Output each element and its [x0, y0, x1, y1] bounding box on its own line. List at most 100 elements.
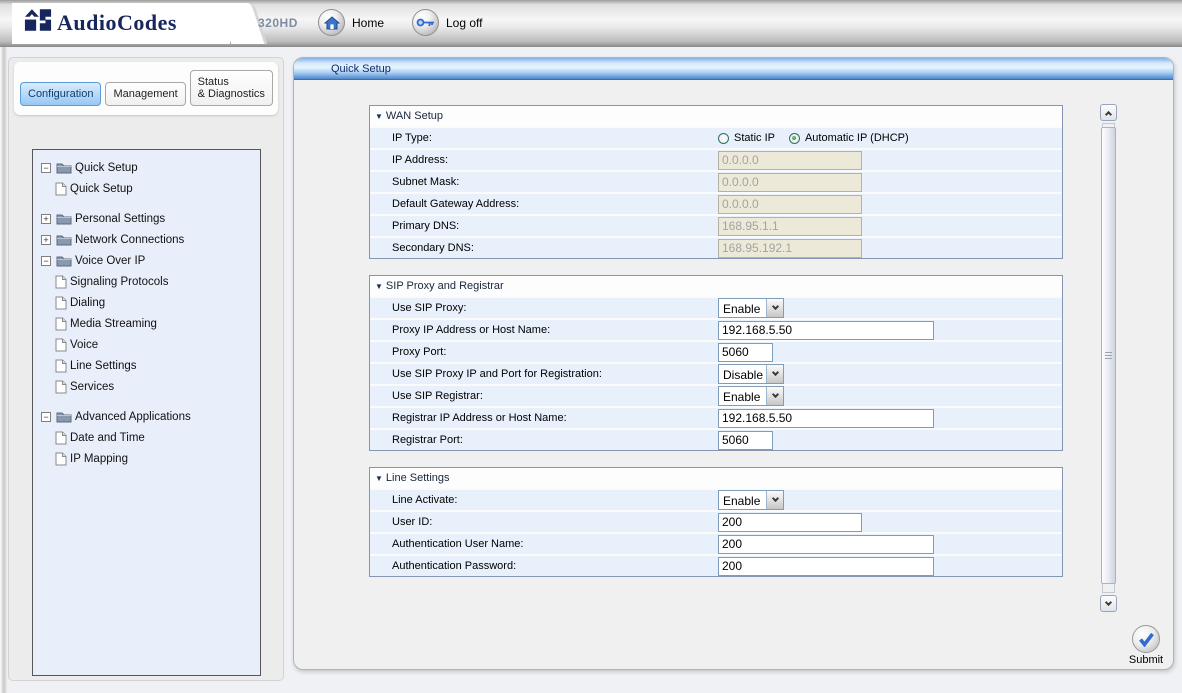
tree-item-line-settings[interactable]: Line Settings — [33, 355, 260, 376]
field-label: Registrar Port: — [370, 434, 463, 446]
home-button[interactable]: Home — [318, 9, 384, 36]
tree-item-media-streaming[interactable]: Media Streaming — [33, 313, 260, 334]
select-value: Disable — [719, 365, 766, 383]
collapse-expander-icon[interactable]: − — [41, 412, 51, 422]
select-arrow-icon[interactable] — [766, 299, 783, 317]
select-arrow-icon[interactable] — [766, 491, 783, 509]
device-model: 320HD — [258, 16, 298, 30]
authentication-password-input[interactable] — [718, 557, 934, 576]
select-value: Enable — [719, 299, 766, 317]
field-label: IP Type: — [370, 132, 432, 144]
window-frame-left — [0, 47, 7, 693]
page-icon — [55, 182, 67, 196]
proxy-port-input[interactable] — [718, 343, 773, 362]
registrar-port-input[interactable] — [718, 431, 773, 450]
field-control — [718, 556, 934, 576]
field-control — [718, 408, 934, 428]
scroll-down-button[interactable] — [1100, 595, 1117, 612]
section-title: SIP Proxy and Registrar — [386, 280, 504, 292]
logoff-button[interactable]: Log off — [412, 9, 482, 36]
section-header[interactable]: ▼Line Settings — [370, 468, 1062, 488]
form-row: Authentication User Name: — [370, 532, 1062, 554]
folder-icon — [56, 410, 72, 423]
radio-icon[interactable] — [718, 133, 729, 144]
tab-management[interactable]: Management — [105, 82, 185, 106]
section-header[interactable]: ▼SIP Proxy and Registrar — [370, 276, 1062, 296]
scrollbar-thumb[interactable] — [1101, 127, 1116, 584]
select-arrow-icon[interactable] — [766, 387, 783, 405]
form-content: ▼WAN Setup IP Type: Static IP Automatic IP … — [369, 105, 1063, 593]
section-collapse-icon[interactable]: ▼ — [375, 112, 383, 121]
field-label: Use SIP Registrar: — [370, 390, 483, 402]
form-row: Use SIP Proxy IP and Port for Registrati… — [370, 362, 1062, 384]
scroll-up-button[interactable] — [1100, 104, 1117, 121]
home-icon[interactable] — [318, 9, 345, 36]
tree-item-network-connections[interactable]: +Network Connections — [33, 229, 260, 250]
collapse-expander-icon[interactable]: − — [41, 256, 51, 266]
subnet-mask-input — [718, 173, 862, 192]
select-value: Enable — [719, 491, 766, 509]
key-icon[interactable] — [412, 9, 439, 36]
tree-item-label: Date and Time — [70, 432, 145, 444]
radio-label: Automatic IP (DHCP) — [805, 132, 909, 144]
home-label[interactable]: Home — [352, 16, 384, 30]
tree-item-dialing[interactable]: Dialing — [33, 292, 260, 313]
submit-button[interactable]: Submit — [1123, 625, 1169, 666]
folder-icon — [56, 233, 72, 246]
page-icon — [55, 359, 67, 373]
folder-icon — [56, 212, 72, 225]
section-header[interactable]: ▼WAN Setup — [370, 106, 1062, 126]
field-label: User ID: — [370, 516, 432, 528]
line-activate-select[interactable]: Enable — [718, 490, 784, 510]
section-line-settings: ▼Line SettingsLine Activate:EnableUser I… — [369, 467, 1063, 577]
field-control — [718, 534, 934, 554]
tree-item-signaling-protocols[interactable]: Signaling Protocols — [33, 271, 260, 292]
form-row: User ID: — [370, 510, 1062, 532]
field-control — [718, 194, 862, 214]
tree-item-services[interactable]: Services — [33, 376, 260, 397]
use-sip-proxy-ip-and-port-for-registration-select[interactable]: Disable — [718, 364, 784, 384]
tree-item-voice-over-ip[interactable]: −Voice Over IP — [33, 250, 260, 271]
radio-icon[interactable] — [789, 133, 800, 144]
tree-item-quick-setup[interactable]: Quick Setup — [33, 178, 260, 199]
user-id-input[interactable] — [718, 513, 862, 532]
field-control — [718, 342, 773, 362]
tree-item-personal-settings[interactable]: +Personal Settings — [33, 208, 260, 229]
radio-option-static-ip[interactable]: Static IP — [718, 132, 775, 144]
vertical-scrollbar[interactable] — [1100, 104, 1119, 612]
top-toolbar: AudioCodes 320HD Home Log off — [0, 0, 1182, 47]
select-arrow-icon[interactable] — [766, 365, 783, 383]
field-control — [718, 430, 773, 450]
tab-status-diagnostics[interactable]: Status & Diagnostics — [190, 70, 273, 106]
collapse-expander-icon[interactable]: − — [41, 163, 51, 173]
use-sip-registrar-select[interactable]: Enable — [718, 386, 784, 406]
tree-item-advanced-applications[interactable]: −Advanced Applications — [33, 406, 260, 427]
page-icon — [55, 431, 67, 445]
brand-name: AudioCodes — [57, 10, 177, 36]
logoff-label[interactable]: Log off — [446, 16, 482, 30]
submit-label[interactable]: Submit — [1123, 654, 1169, 666]
tree-item-quick-setup[interactable]: −Quick Setup — [33, 157, 260, 178]
section-wan-setup: ▼WAN Setup IP Type: Static IP Automatic IP … — [369, 105, 1063, 259]
use-sip-proxy-select[interactable]: Enable — [718, 298, 784, 318]
section-collapse-icon[interactable]: ▼ — [375, 474, 383, 483]
expand-expander-icon[interactable]: + — [41, 214, 51, 224]
tree-item-date-and-time[interactable]: Date and Time — [33, 427, 260, 448]
proxy-ip-address-or-host-name-input[interactable] — [718, 321, 934, 340]
form-row: Secondary DNS: — [370, 236, 1062, 258]
tab-configuration[interactable]: Configuration — [20, 82, 101, 106]
form-row: Use SIP Proxy:Enable — [370, 296, 1062, 318]
radio-option-automatic-ip-dhcp[interactable]: Automatic IP (DHCP) — [789, 132, 909, 144]
registrar-ip-address-or-host-name-input[interactable] — [718, 409, 934, 428]
section-collapse-icon[interactable]: ▼ — [375, 282, 383, 291]
tree-item-label: Services — [70, 381, 114, 393]
form-row: IP Type: Static IP Automatic IP (DHCP) — [370, 126, 1062, 148]
tree-item-ip-mapping[interactable]: IP Mapping — [33, 448, 260, 469]
tree-item-voice[interactable]: Voice — [33, 334, 260, 355]
select-value: Enable — [719, 387, 766, 405]
form-row: Subnet Mask: — [370, 170, 1062, 192]
expand-expander-icon[interactable]: + — [41, 235, 51, 245]
submit-check-icon[interactable] — [1132, 625, 1160, 653]
authentication-user-name-input[interactable] — [718, 535, 934, 554]
field-control — [718, 150, 862, 170]
